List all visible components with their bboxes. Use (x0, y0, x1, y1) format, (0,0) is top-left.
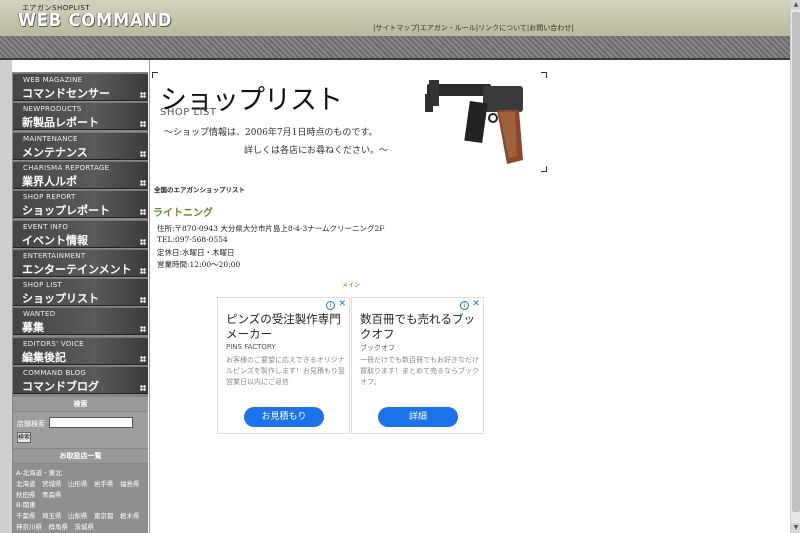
ad-brand: ブックオフ (360, 344, 395, 352)
sidebar-menu-item[interactable]: CHARISMA REPORTAGE 業界人ルポ (13, 160, 148, 189)
sidebar-menu-item[interactable]: WANTED 募集 (13, 307, 148, 336)
menu-item-en-label: CHARISMA REPORTAGE (23, 163, 110, 172)
menu-item-jp-label: コマンドブログ (22, 380, 99, 393)
ad-card-bookoff[interactable]: i ✕ 数百冊でも売れるブックオフ ブックオフ 一冊だけでも数百冊でもお好きなだ… (351, 297, 484, 434)
search-input[interactable] (49, 417, 133, 428)
shop-hours: 営業時間:12:00〜20:00 (157, 260, 241, 269)
sidebar-menu-item[interactable]: WEB MAGAZINE コマンドセンサー (13, 73, 148, 101)
menu-item-jp-label: 業界人ルポ (22, 174, 77, 188)
scroll-up-arrow-icon[interactable]: ▲ (791, 0, 800, 10)
ad-close-icon[interactable]: ✕ (472, 299, 480, 309)
menu-item-en-label: WEB MAGAZINE (23, 76, 83, 84)
ad-description: 一冊だけでも数百冊でもお好きなだけ買取ります！まとめて売るならブックオフ。 (360, 356, 479, 386)
ad-info-icon[interactable]: i (460, 301, 469, 310)
search-button[interactable]: 検索 (17, 432, 31, 443)
search-heading: 検索 (13, 397, 148, 411)
dots-icon (140, 209, 146, 216)
region-line[interactable]: B-関東 (16, 500, 145, 511)
sidebar-menu-item[interactable]: EDITORS' VOICE 編集後記 (13, 336, 148, 365)
menu-item-jp-label: ショップリスト (22, 292, 99, 306)
search-label: 店舗検索 (17, 420, 45, 428)
regions-heading: お取扱店一覧 (13, 449, 148, 463)
menu-item-en-label: COMMAND BLOG (23, 369, 87, 377)
dots-icon (140, 297, 146, 304)
menu-item-jp-label: 編集後記 (22, 350, 66, 364)
menu-item-jp-label: イベント情報 (22, 233, 88, 247)
banner-note-1: ～ショップ情報は、2006年7月1日時点のものです。 (164, 128, 378, 138)
site-logo[interactable]: WEB COMMAND (18, 10, 172, 31)
ad-description: お客様のご要望に応えできるオリジナルピンズを製作します！お見積もり翌営業日以内に… (226, 356, 345, 386)
sidebar-menu-item[interactable]: EVENT INFO イベント情報 (13, 219, 148, 248)
sidebar-menu-item[interactable]: COMMAND BLOG コマンドブログ (13, 366, 148, 394)
scroll-thumb[interactable] (792, 12, 800, 512)
menu-item-jp-label: エンターテインメント (22, 262, 132, 276)
ad-cta-button[interactable]: お見積もり (244, 407, 324, 427)
banner-note-2: 詳しくは各店にお尋ねください。～ (244, 146, 389, 156)
sidebar-menu-item[interactable]: NEWPRODUCTS 新製品レポート (13, 102, 148, 131)
menu-item-jp-label: コマンドセンサー (22, 87, 110, 100)
dots-icon (140, 150, 146, 157)
region-line[interactable]: 北海道 宮城県 山形県 岩手県 福島県 (16, 479, 145, 490)
ad-card-pins[interactable]: i ✕ ピンズの受注製作専門メーカー PINS FACTORY お客様のご要望に… (217, 297, 350, 434)
region-line[interactable]: 神奈川県 群馬県 茨城県 (16, 522, 145, 533)
sidebar-menu-item[interactable]: ENTERTAINMENT エンターテインメント (13, 248, 148, 277)
dots-icon (140, 121, 146, 128)
section-heading: 全国のエアガンショップリスト (154, 186, 245, 194)
page: エアガンSHOPLIST WEB COMMAND |サイトマップ|エアガン・ルー… (0, 0, 800, 533)
top-nav-links[interactable]: |サイトマップ|エアガン・ルール|リンクについて|お問い合わせ| (373, 23, 574, 33)
ad-close-icon[interactable]: ✕ (338, 299, 346, 309)
search-box: 店舗検索 検索 (13, 412, 148, 448)
dots-icon (140, 267, 146, 274)
menu-item-jp-label: 新製品レポート (22, 116, 99, 130)
menu-item-en-label: MAINTENANCE (23, 134, 78, 143)
ad-info-icon[interactable]: i (326, 301, 335, 310)
sidebar-menu-item[interactable]: MAINTENANCE メンテナンス (13, 131, 148, 160)
menu-item-en-label: ENTERTAINMENT (23, 251, 86, 260)
menu-item-en-label: SHOP REPORT (23, 193, 76, 202)
sidebar-menu-item[interactable]: SHOP LIST ショップリスト (13, 278, 148, 307)
vertical-scrollbar[interactable]: ▲ ▼ (790, 0, 800, 533)
menu-item-en-label: EDITORS' VOICE (23, 339, 84, 348)
dots-icon (140, 238, 146, 245)
banner-corner-tl (152, 72, 158, 78)
dots-icon (140, 385, 146, 391)
region-list: A-北海道・東北 北海道 宮城県 山形県 岩手県 福島県 秋田県 青森県 B-関東 千葉… (13, 464, 148, 533)
dots-icon (140, 326, 146, 333)
submachine-gun-image (425, 80, 523, 164)
header-stripe-edge (0, 58, 790, 60)
sidebar-gutter (0, 60, 12, 533)
banner-corner-br (541, 166, 547, 172)
dots-icon (140, 92, 146, 98)
shop-closed-days: 定休日:水曜日・木曜日 (157, 248, 235, 257)
ad-title[interactable]: 数百冊でも売れるブックオフ (360, 312, 478, 342)
menu-item-en-label: NEWPRODUCTS (23, 105, 82, 114)
shop-address: 住所:〒870-0943 大分県大分市片島上8-4-3ナームクリーニング2F (157, 224, 385, 233)
sidebar-menu-item[interactable]: SHOP REPORT ショップレポート (13, 190, 148, 219)
menu-item-jp-label: メンテナンス (22, 145, 88, 159)
ads-label: メイン (342, 282, 361, 289)
ad-cta-button[interactable]: 詳細 (378, 407, 458, 427)
region-line[interactable]: 千葉県 埼玉県 山梨県 東京都 栃木県 (16, 511, 145, 522)
menu-item-jp-label: ショップレポート (22, 204, 110, 218)
site-header: エアガンSHOPLIST WEB COMMAND |サイトマップ|エアガン・ルー… (0, 0, 790, 36)
menu-item-en-label: SHOP LIST (23, 281, 63, 290)
shop-name: ライトニング (153, 208, 213, 219)
header-stripe (0, 36, 790, 60)
banner-corner-tr (541, 72, 547, 78)
shop-tel: TEL:097-568-0554 (157, 235, 228, 244)
menu-item-jp-label: 募集 (22, 321, 44, 335)
menu-item-en-label: WANTED (23, 310, 56, 319)
menu-item-en-label: EVENT INFO (23, 222, 69, 231)
dots-icon (140, 355, 146, 362)
scroll-down-arrow-icon[interactable]: ▼ (791, 523, 800, 533)
ad-title[interactable]: ピンズの受注製作専門メーカー (226, 312, 344, 342)
main-divider (149, 60, 150, 533)
region-line[interactable]: 秋田県 青森県 (16, 490, 145, 501)
dots-icon (140, 179, 146, 186)
region-line[interactable]: A-北海道・東北 (16, 468, 145, 479)
page-title-en: SHOP LIST (160, 107, 217, 118)
ad-brand: PINS FACTORY (226, 343, 276, 351)
